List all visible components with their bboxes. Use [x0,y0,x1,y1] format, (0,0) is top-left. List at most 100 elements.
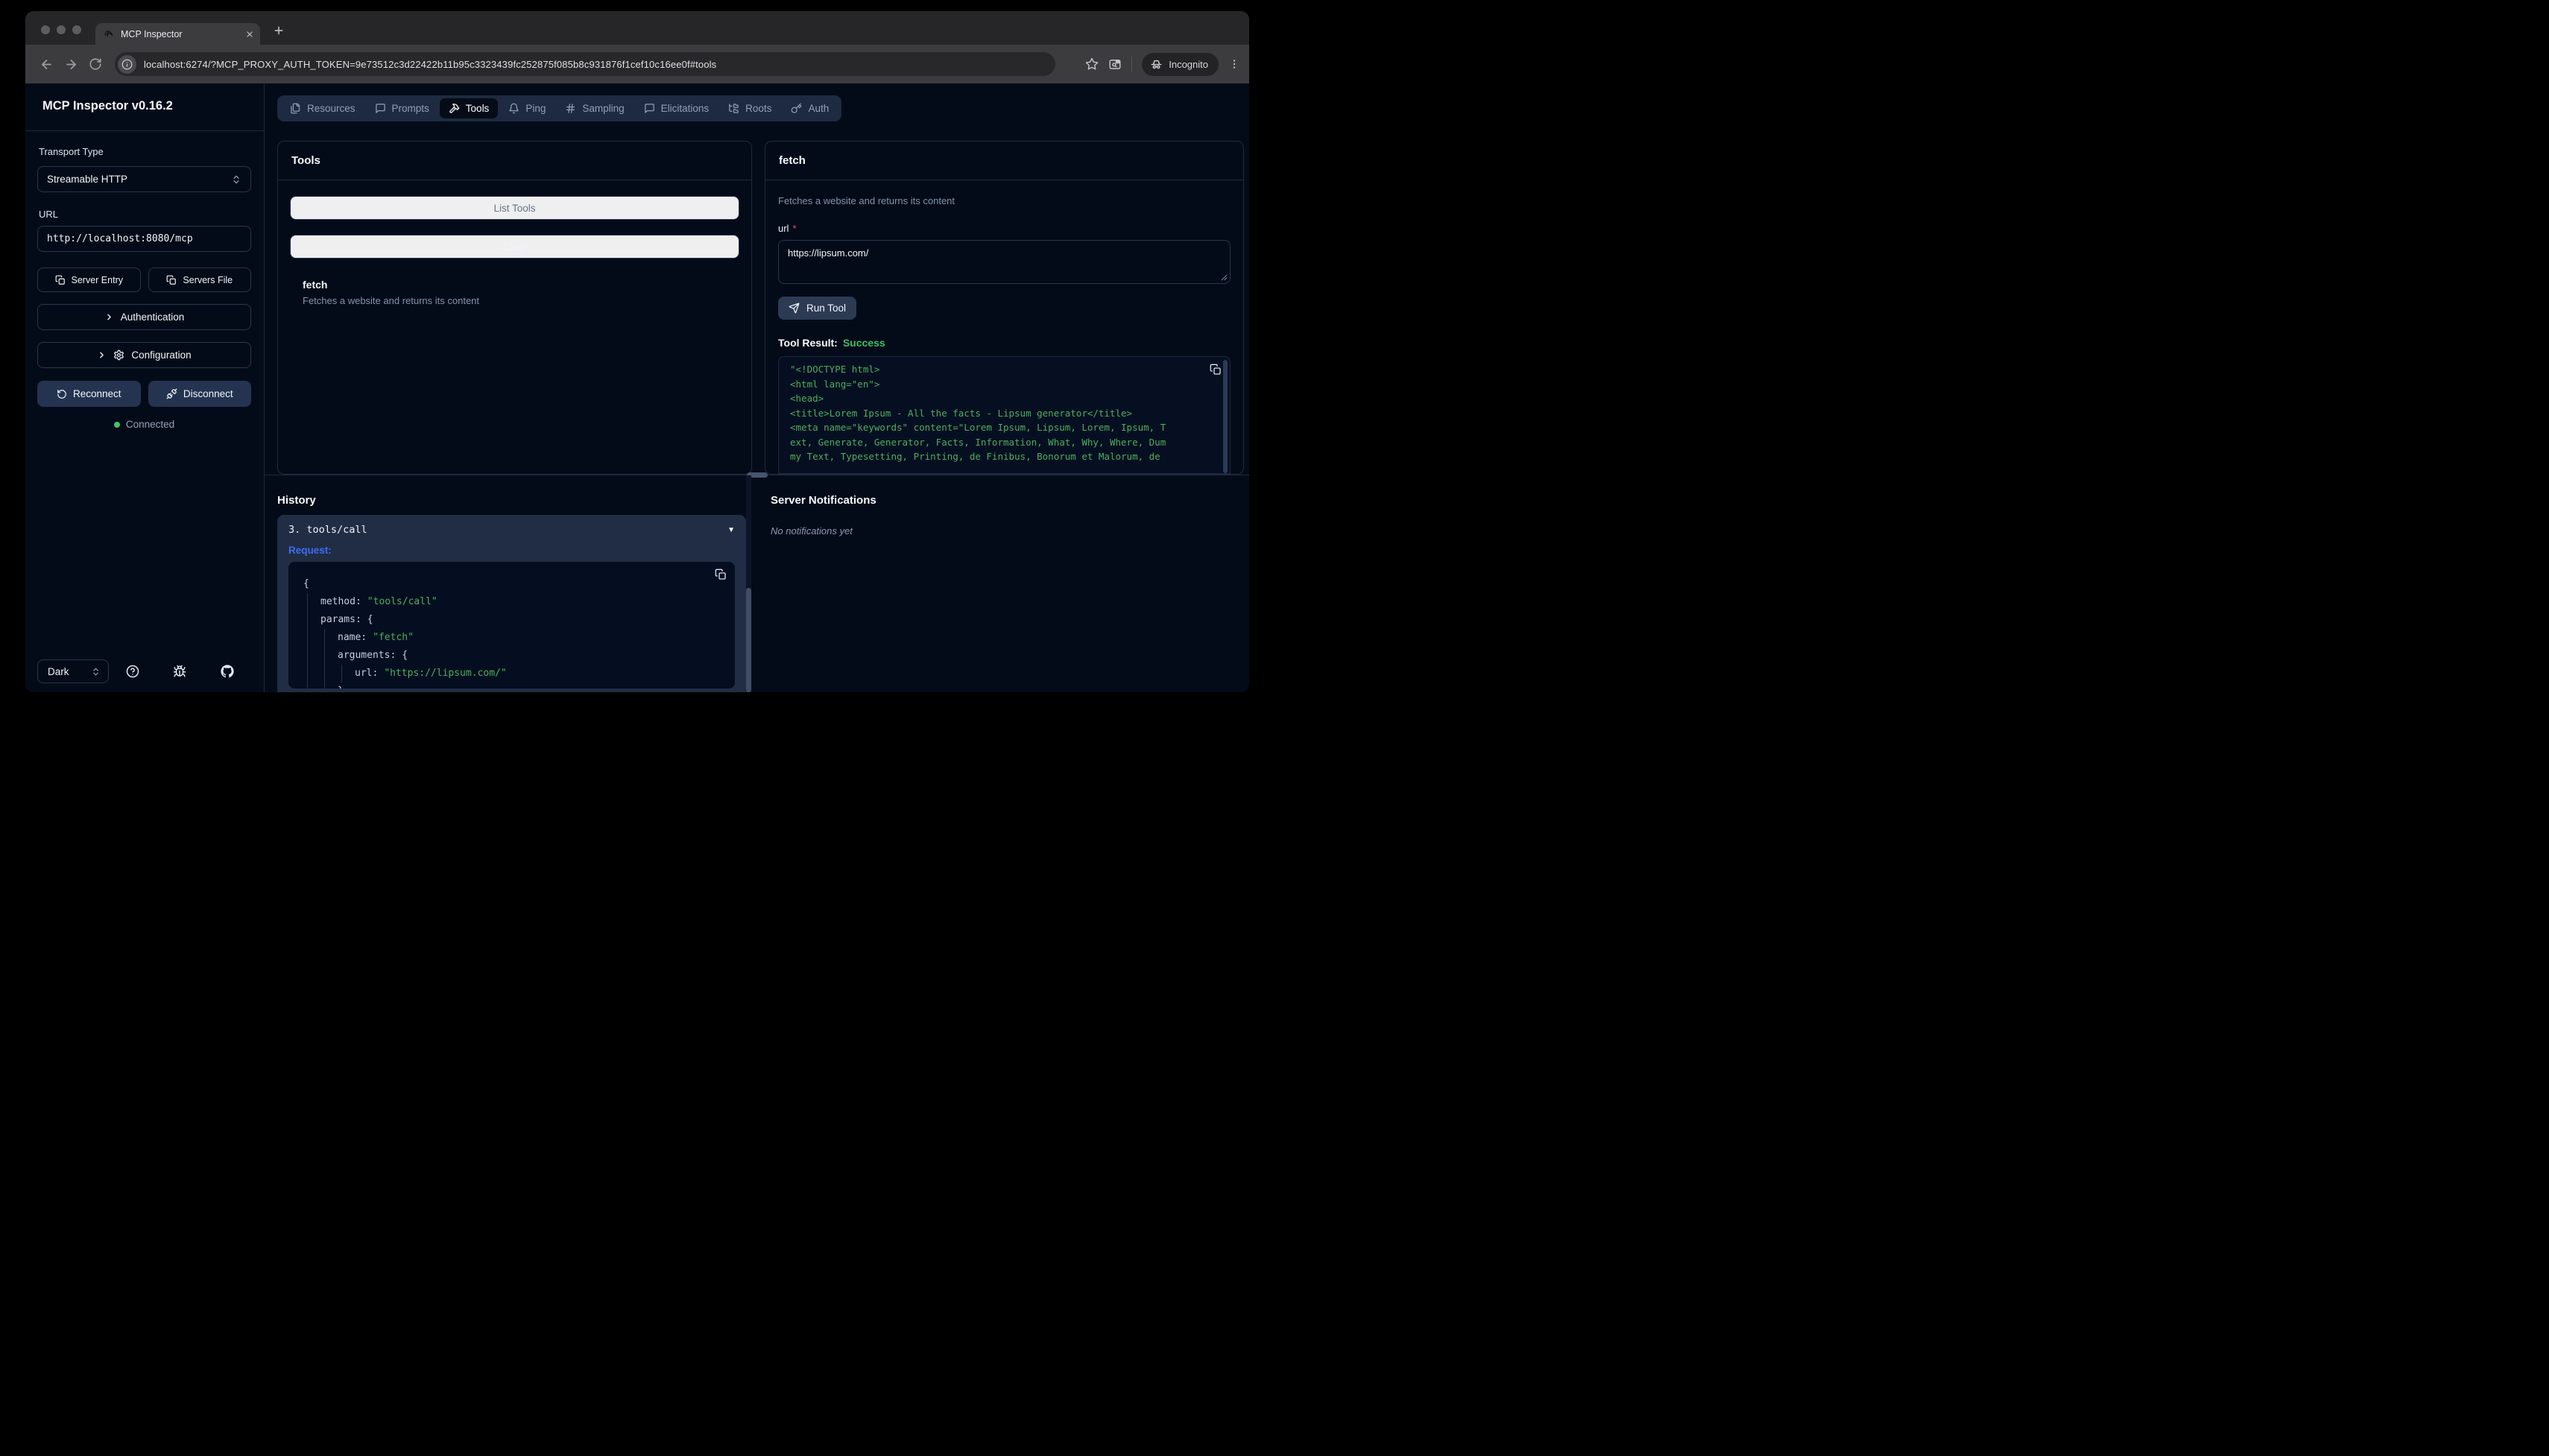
transport-type-label: Transport Type [39,146,251,157]
app-title: MCP Inspector v0.16.2 [25,83,264,131]
history-scrollbar[interactable] [746,475,751,692]
incognito-icon [1150,58,1163,71]
tool-list-item[interactable]: fetch Fetches a website and returns its … [290,279,739,306]
json-line: arguments:{ [338,647,705,665]
copy-result-icon[interactable] [1210,364,1222,376]
browser-toolbar: localhost:6274/?MCP_PROXY_AUTH_TOKEN=9e7… [25,45,1249,83]
reload-icon[interactable] [89,57,102,71]
json-line: } [338,683,705,689]
minimize-window-button[interactable] [57,25,66,34]
tab-close-icon[interactable] [245,30,254,39]
tool-detail-description: Fetches a website and returns its conten… [778,195,1231,206]
chevrons-up-down-icon [231,174,241,185]
send-icon [789,303,800,314]
json-line: { [303,575,705,593]
clear-tools-button[interactable]: Clear [290,235,739,259]
tab-label: Elicitations [661,103,710,114]
authentication-label: Authentication [121,311,185,323]
request-label: Request: [288,545,735,556]
tab-auth[interactable]: Auth [782,98,838,118]
theme-value: Dark [48,666,69,677]
server-notifications-panel: Server Notifications No notifications ye… [751,475,1244,692]
message-square-icon [644,103,655,114]
result-code-line: ext, Generate, Generator, Facts, Informa… [790,435,1200,450]
tab-sampling[interactable]: Sampling [556,98,633,118]
server-entry-label: Server Entry [72,275,123,285]
json-line: url:"https://lipsum.com/" [355,665,705,683]
tool-description: Fetches a website and returns its conten… [303,295,727,306]
result-scrollbar[interactable] [1223,360,1228,473]
result-code-line: <head> [790,391,1200,406]
toolbar-right: Incognito [1085,53,1240,76]
tool-result-status: Success [843,337,885,349]
github-icon[interactable] [221,665,234,678]
servers-file-button[interactable]: Servers File [148,268,252,292]
tab-label: Roots [745,103,771,114]
tab-prompts[interactable]: Prompts [366,98,438,118]
history-entry-card: 3. tools/call ▼ Request: { method:"tools… [277,515,746,692]
folder-tree-icon [728,103,739,114]
url-field-textarea[interactable]: https://lipsum.com/ [778,240,1231,284]
search-tabs-icon[interactable] [1108,57,1122,71]
tab-elicitations[interactable]: Elicitations [635,98,718,118]
server-entry-button[interactable]: Server Entry [37,268,141,292]
result-code-line: <html lang="en"> [790,377,1200,392]
configuration-label: Configuration [131,349,191,361]
help-icon[interactable] [126,665,139,678]
address-bar[interactable]: localhost:6274/?MCP_PROXY_AUTH_TOKEN=9e7… [115,52,1055,76]
incognito-badge: Incognito [1142,53,1219,76]
notifications-empty-message: No notifications yet [771,525,1244,536]
configuration-toggle[interactable]: Configuration [37,342,251,368]
url-label: URL [39,209,251,220]
servers-file-label: Servers File [183,275,233,285]
tool-detail-panel: fetch Fetches a website and returns its … [765,141,1244,475]
browser-tab[interactable]: MCP Inspector [95,23,260,45]
tab-label: Auth [808,103,829,114]
tab-ping[interactable]: Ping [499,98,555,118]
authentication-toggle[interactable]: Authentication [37,304,251,330]
tab-resources[interactable]: Resources [281,98,364,118]
tab-tools[interactable]: Tools [440,98,499,118]
bug-icon[interactable] [173,665,186,678]
bookmark-star-icon[interactable] [1085,57,1099,71]
reconnect-label: Reconnect [73,388,121,399]
copy-icon [166,275,177,285]
tool-result-label-text: Tool Result: [778,337,838,349]
server-url-input[interactable]: http://localhost:8080/mcp [37,226,251,252]
sidebar: MCP Inspector v0.16.2 Transport Type Str… [25,83,265,692]
maximize-window-button[interactable] [72,25,81,34]
hammer-icon [449,103,460,114]
forward-icon[interactable] [64,57,78,72]
history-panel: History 3. tools/call ▼ Request: { metho… [277,475,751,692]
history-scrollbar-thumb[interactable] [746,588,751,692]
history-title: History [277,494,751,507]
disconnect-button[interactable]: Disconnect [148,381,252,407]
tab-roots[interactable]: Roots [719,98,780,118]
transport-type-select[interactable]: Streamable HTTP [37,166,251,192]
theme-select[interactable]: Dark [37,659,109,683]
close-window-button[interactable] [41,25,50,34]
mcp-favicon [104,28,115,39]
new-tab-button[interactable] [273,25,285,37]
chevrons-up-down-icon [91,667,101,677]
history-entry-label: 3. tools/call [288,524,367,536]
site-info-icon[interactable] [118,55,136,74]
tool-detail-title: fetch [765,142,1243,180]
menu-kebab-icon[interactable] [1228,58,1240,70]
reconnect-button[interactable]: Reconnect [37,381,141,407]
tool-name: fetch [303,279,727,291]
url-field-label: url* [778,223,1231,234]
mcp-inspector-app: MCP Inspector v0.16.2 Transport Type Str… [25,83,1249,692]
run-tool-button[interactable]: Run Tool [778,297,856,320]
back-icon[interactable] [40,57,54,72]
tools-panel-title: Tools [278,142,751,180]
copy-request-icon[interactable] [715,569,727,580]
copy-icon [55,275,66,285]
list-tools-button[interactable]: List Tools [290,196,739,220]
tab-label: Prompts [392,103,429,114]
resize-grip-icon[interactable] [1221,274,1228,281]
result-code-line: <meta name="keywords" content="Lorem Ips… [790,420,1200,435]
tool-result-label: Tool Result: Success [778,337,1231,349]
collapse-caret-icon[interactable]: ▼ [727,526,735,534]
json-line: params:{ [320,611,705,629]
